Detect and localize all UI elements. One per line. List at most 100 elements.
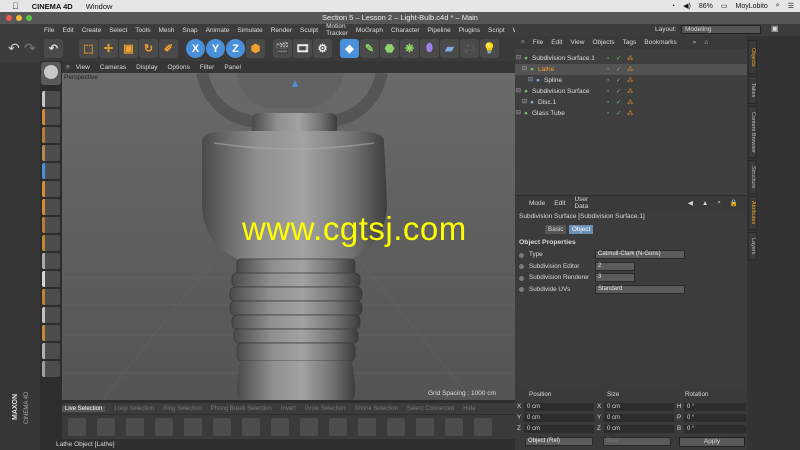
close-window-button[interactable]	[6, 15, 12, 21]
apply-button[interactable]: Apply	[679, 437, 745, 447]
menu-plugins[interactable]: Plugins	[459, 27, 480, 34]
deformer-icon[interactable]: ⬮	[420, 39, 439, 58]
knife-icon[interactable]	[97, 418, 115, 436]
extrude-icon[interactable]	[126, 418, 144, 436]
mac-menu-app[interactable]: CINEMA 4D	[32, 2, 73, 11]
render-picture-viewer-icon[interactable]: 🎞	[293, 39, 312, 58]
visibility-dots-icon[interactable]: ▪	[607, 97, 609, 108]
stitch-icon[interactable]	[242, 418, 260, 436]
object-name[interactable]: Glass Tube	[532, 108, 565, 119]
enable-check-icon[interactable]: ✓	[616, 108, 621, 119]
menu-character[interactable]: Character	[391, 27, 420, 34]
uv-mode-icon[interactable]	[42, 217, 60, 233]
enable-check-icon[interactable]: ✓	[616, 86, 621, 97]
zoom-window-button[interactable]	[26, 15, 32, 21]
set-point-icon[interactable]	[358, 418, 376, 436]
viewport-menu-view[interactable]: View	[76, 64, 90, 71]
x-axis-lock-button[interactable]: X	[186, 39, 205, 58]
menu-edit[interactable]: Edit	[62, 27, 73, 34]
right-tab-attributes[interactable]: Attributes	[748, 196, 757, 230]
points-mode-icon[interactable]	[42, 163, 60, 179]
object-row[interactable]: ⊟ ● Disc.1 ▪ ✓ ⁂	[515, 97, 747, 108]
pen-spline-icon[interactable]: ✎	[360, 39, 379, 58]
right-tab-takes[interactable]: Takes	[748, 76, 757, 104]
y-axis-lock-button[interactable]: Y	[206, 39, 225, 58]
selection-mode-loop-selection[interactable]: Loop Selection	[114, 406, 154, 412]
sculpt-brush-icon[interactable]	[42, 343, 60, 359]
tab-object[interactable]: Object	[569, 225, 594, 234]
search-icon[interactable]: ⌕	[717, 199, 721, 207]
right-tab-objects[interactable]: Objects	[748, 40, 757, 74]
workplane-icon[interactable]	[42, 145, 60, 161]
animation-radio-icon[interactable]	[519, 264, 524, 269]
mirror-icon[interactable]	[445, 418, 463, 436]
tab-basic[interactable]: Basic	[545, 225, 567, 234]
notifications-icon[interactable]: ☰	[788, 2, 794, 10]
selection-mode-live-selection[interactable]: Live Selection	[62, 405, 106, 412]
expand-icon[interactable]: ⊟	[516, 108, 521, 119]
phong-tag-icon[interactable]: ⁂	[627, 86, 634, 97]
property-value[interactable]: 2	[595, 261, 635, 271]
locked-workplane-icon[interactable]	[42, 361, 60, 377]
home-icon[interactable]: ⌂	[704, 39, 708, 46]
viewport-menu-panel[interactable]: Panel	[224, 64, 241, 71]
menu-pipeline[interactable]: Pipeline	[428, 27, 451, 34]
weld-icon[interactable]	[213, 418, 231, 436]
bevel-icon[interactable]	[155, 418, 173, 436]
selection-mode-select-connected[interactable]: Select Connected	[407, 406, 454, 412]
sculpt-mode-icon[interactable]	[42, 289, 60, 305]
right-tab-content-browser[interactable]: Content Browser	[748, 106, 757, 158]
rotation-field[interactable]: 0 °	[684, 425, 746, 433]
soft-mode-icon[interactable]	[42, 325, 60, 341]
mac-menu-window[interactable]: Window	[86, 2, 113, 11]
array-icon[interactable]: ❋	[400, 39, 419, 58]
size-field[interactable]: 0 cm	[604, 414, 674, 422]
menu-file[interactable]: File	[44, 27, 54, 34]
visibility-dots-icon[interactable]: ▪	[607, 64, 609, 75]
z-axis-lock-button[interactable]: Z	[226, 39, 245, 58]
objects-menu-edit[interactable]: Edit	[551, 39, 562, 46]
render-view-icon[interactable]: 🎬	[273, 39, 292, 58]
visibility-dots-icon[interactable]: ▪	[607, 108, 609, 119]
objects-menu-bookmarks[interactable]: Bookmarks	[644, 39, 677, 46]
right-tab-structure[interactable]: Structure	[748, 160, 757, 194]
menu-render[interactable]: Render	[271, 27, 292, 34]
undo-icon[interactable]: ↶	[44, 39, 63, 58]
subdivision-generator-icon[interactable]: ⬣	[380, 39, 399, 58]
menu-simulate[interactable]: Simulate	[237, 27, 262, 34]
object-row[interactable]: ⊟ ● Glass Tube ▪ ✓ ⁂	[515, 108, 747, 119]
selection-mode-invert[interactable]: Invert	[281, 406, 296, 412]
user-name[interactable]: MoyLobito	[736, 3, 768, 10]
viewport-menu-display[interactable]: Display	[136, 64, 157, 71]
position-field[interactable]: 0 cm	[524, 425, 594, 433]
selection-mode-phong-break-selection[interactable]: Phong Break Selection	[211, 406, 272, 412]
back-arrow-icon[interactable]: ◀	[688, 199, 693, 207]
viewport-menu-options[interactable]: Options	[167, 64, 189, 71]
enable-check-icon[interactable]: ✓	[616, 64, 621, 75]
slide-icon[interactable]	[387, 418, 405, 436]
edges-mode-icon[interactable]	[42, 181, 60, 197]
size-field[interactable]: 0 cm	[604, 425, 674, 433]
enable-check-icon[interactable]: ✓	[616, 53, 621, 64]
object-name[interactable]: Subdivision Surface.1	[532, 53, 595, 64]
magnet-icon[interactable]	[271, 418, 289, 436]
position-field[interactable]: 0 cm	[524, 403, 594, 411]
menu-motion-tracker[interactable]: Motion Tracker	[326, 23, 348, 37]
polygons-mode-icon[interactable]	[42, 199, 60, 215]
menu-sculpt[interactable]: Sculpt	[300, 27, 318, 34]
animation-radio-icon[interactable]	[519, 275, 524, 281]
render-settings-icon[interactable]: ⚙	[313, 39, 332, 58]
redo-icon[interactable]: ↷	[24, 40, 36, 57]
expand-icon[interactable]: ⊟	[516, 53, 521, 64]
camera-icon[interactable]: 🎥	[460, 39, 479, 58]
menu-script[interactable]: Script	[488, 27, 505, 34]
rotation-field[interactable]: 0 °	[684, 403, 746, 411]
battery-percent[interactable]: 86%	[699, 3, 713, 10]
viewport-nav-icons[interactable]: ≡	[66, 64, 70, 71]
attributes-menu-edit[interactable]: Edit	[554, 200, 565, 207]
phong-tag-icon[interactable]: ⁂	[627, 64, 634, 75]
size-mode-select[interactable]: Size	[603, 437, 671, 446]
spotlight-icon[interactable]: ⌕	[776, 2, 780, 10]
attributes-menu-mode[interactable]: Mode	[529, 200, 545, 207]
phong-tag-icon[interactable]: ⁂	[627, 53, 634, 64]
